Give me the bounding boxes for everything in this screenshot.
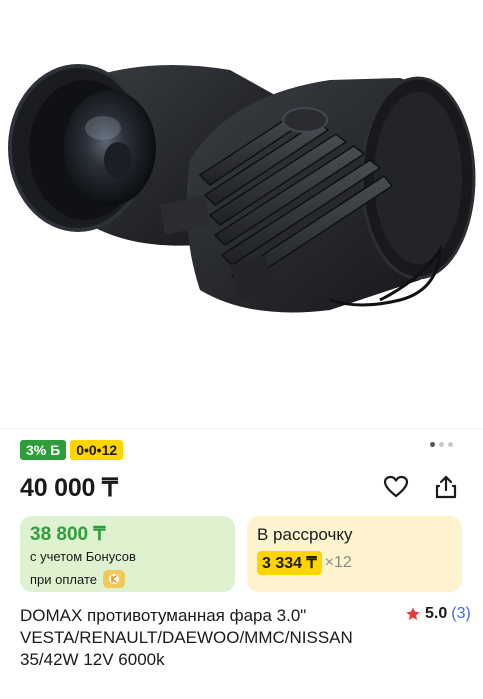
bonus-caption: с учетом Бонусов: [30, 549, 136, 564]
gallery-pagination-dots: [430, 442, 453, 447]
star-icon: [406, 607, 420, 620]
section-divider: [0, 428, 483, 429]
bonus-payment-caption: при оплате: [30, 570, 125, 588]
installment-card[interactable]: В рассрочку 3 334 ₸ ×12: [247, 516, 462, 592]
gallery-dot-3[interactable]: [448, 442, 453, 447]
share-button[interactable]: [430, 471, 462, 503]
share-icon: [435, 475, 457, 499]
product-price: 40 000 ₸: [20, 474, 118, 502]
bonus-price-card[interactable]: 38 800 ₸ с учетом Бонусов при оплате: [20, 516, 235, 592]
product-image-gallery[interactable]: [0, 0, 483, 430]
installment-amount-row: 3 334 ₸ ×12: [257, 551, 352, 575]
installment-monthly-amount: 3 334 ₸: [257, 551, 322, 575]
gallery-dot-1[interactable]: [430, 442, 435, 447]
kaspi-pay-icon: [102, 570, 125, 588]
heart-icon: [383, 475, 409, 498]
installment-months: ×12: [324, 554, 352, 571]
installment-badge: 0•0•12: [70, 440, 124, 460]
favorite-button[interactable]: [380, 471, 412, 503]
promo-badges: 3% Б 0•0•12: [20, 440, 124, 460]
rating-value: 5.0: [425, 605, 448, 622]
bonus-price: 38 800 ₸: [30, 524, 106, 545]
review-count-link[interactable]: (3): [451, 605, 471, 623]
bonus-payment-text: при оплате: [30, 571, 97, 587]
bonus-percent-badge: 3% Б: [20, 440, 67, 460]
product-rating[interactable]: 5.0 (3): [405, 605, 471, 623]
product-title: DOMAX противотуманная фара 3.0" VESTA/RE…: [20, 606, 353, 669]
product-photo: [8, 64, 476, 313]
installment-title: В рассрочку: [257, 525, 353, 544]
gallery-dot-2[interactable]: [439, 442, 444, 447]
